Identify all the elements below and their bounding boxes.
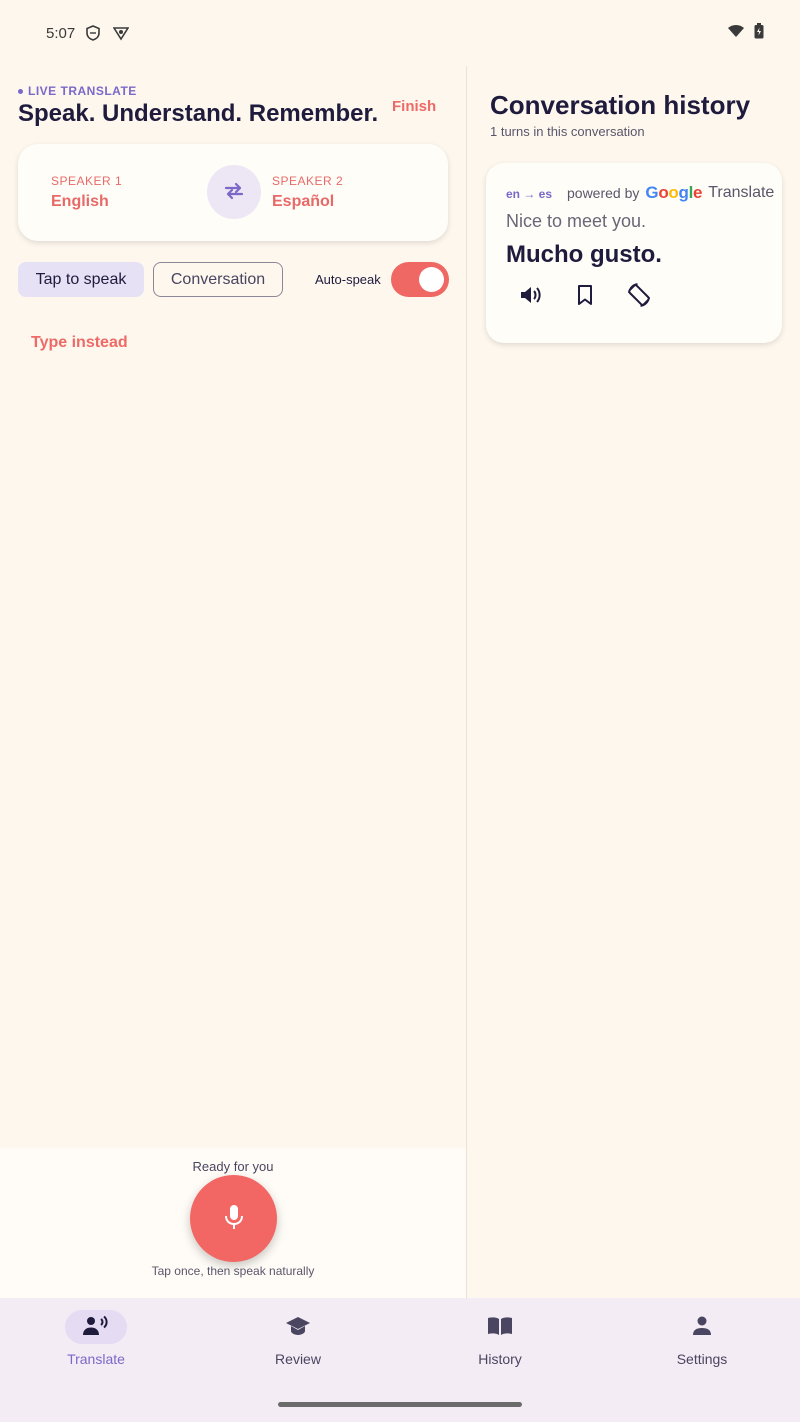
history-title: Conversation history bbox=[490, 90, 751, 120]
bookmark-icon bbox=[576, 284, 594, 309]
page-title: Speak. Understand. Remember. bbox=[18, 100, 379, 127]
type-instead-button[interactable]: Type instead bbox=[31, 334, 128, 352]
tap-to-speak-chip[interactable]: Tap to speak bbox=[18, 262, 144, 297]
nav-pill bbox=[65, 1310, 127, 1344]
bottom-navigation: Translate Review History Settings bbox=[0, 1298, 800, 1422]
person-icon bbox=[691, 1315, 713, 1340]
live-dot-icon bbox=[18, 88, 23, 94]
nav-pill bbox=[469, 1310, 531, 1344]
turn-card: en → es powered by Google Translate Nice… bbox=[486, 163, 782, 343]
eyebrow-label: LIVE TRANSLATE bbox=[28, 84, 137, 98]
ready-status: Ready for you bbox=[192, 1159, 274, 1174]
nav-review[interactable]: Review bbox=[228, 1310, 368, 1380]
translated-text: Mucho gusto. bbox=[506, 241, 662, 268]
status-time: 5:07 bbox=[46, 24, 76, 42]
book-icon bbox=[487, 1315, 513, 1340]
nav-translate-label: Translate bbox=[67, 1351, 125, 1367]
history-pane: Conversation history 1 turns in this con… bbox=[467, 66, 800, 1298]
shield-icon bbox=[85, 25, 101, 41]
home-indicator[interactable] bbox=[278, 1402, 522, 1407]
mode-row: Tap to speak Conversation Auto-speak bbox=[18, 262, 449, 298]
conversation-chip[interactable]: Conversation bbox=[153, 262, 283, 297]
google-logo: Google bbox=[645, 183, 703, 202]
toggle-knob bbox=[419, 267, 444, 292]
speaker-card: SPEAKER 1 English SPEAKER 2 Español bbox=[18, 144, 448, 241]
source-text: Nice to meet you. bbox=[506, 211, 647, 231]
live-translate-eyebrow: LIVE TRANSLATE bbox=[18, 84, 137, 98]
speaker-2[interactable]: SPEAKER 2 Español bbox=[272, 174, 343, 211]
swap-languages-button[interactable] bbox=[207, 165, 261, 219]
speaker-1-label: SPEAKER 1 bbox=[51, 174, 123, 188]
mic-button[interactable] bbox=[190, 1175, 277, 1262]
swap-arrows-icon bbox=[223, 180, 245, 205]
auto-speak-toggle[interactable] bbox=[391, 262, 449, 297]
vpn-icon bbox=[113, 25, 130, 41]
speaker-volume-icon bbox=[519, 284, 543, 309]
microphone-icon bbox=[223, 1204, 245, 1233]
nav-settings-label: Settings bbox=[676, 1351, 728, 1367]
translate-brand-label: Translate bbox=[708, 184, 775, 201]
bookmark-button[interactable] bbox=[572, 283, 598, 309]
history-subtitle: 1 turns in this conversation bbox=[490, 124, 645, 139]
mic-area: Ready for you Tap once, then speak natur… bbox=[0, 1148, 466, 1298]
wifi-icon bbox=[728, 24, 744, 43]
powered-by-label: powered by bbox=[567, 185, 640, 201]
translate-speaker-icon bbox=[83, 1315, 109, 1340]
finish-button[interactable]: Finish bbox=[380, 94, 448, 119]
nav-pill bbox=[267, 1310, 329, 1344]
nav-pill bbox=[671, 1310, 733, 1344]
auto-speak-label: Auto-speak bbox=[315, 272, 381, 287]
nav-settings[interactable]: Settings bbox=[632, 1310, 772, 1380]
speak-button[interactable] bbox=[518, 283, 544, 309]
battery-icon bbox=[754, 22, 764, 44]
nav-history-label: History bbox=[478, 1351, 522, 1367]
rotate-screen-button[interactable] bbox=[625, 281, 653, 312]
translate-pane: LIVE TRANSLATE Speak. Understand. Rememb… bbox=[0, 66, 466, 1298]
screen-rotation-icon bbox=[625, 281, 653, 312]
speaker-2-label: SPEAKER 2 bbox=[272, 174, 344, 188]
nav-history[interactable]: History bbox=[430, 1310, 570, 1380]
language-pair: en → es bbox=[506, 187, 553, 201]
nav-translate[interactable]: Translate bbox=[26, 1310, 166, 1380]
nav-review-label: Review bbox=[275, 1351, 321, 1367]
speaker-1-language: English bbox=[51, 193, 109, 210]
speaker-2-language: Español bbox=[272, 193, 335, 210]
turn-actions bbox=[518, 281, 653, 312]
mic-hint: Tap once, then speak naturally bbox=[151, 1264, 315, 1278]
speaker-1[interactable]: SPEAKER 1 English bbox=[51, 174, 122, 211]
powered-by-google-translate: powered by Google Translate bbox=[567, 183, 774, 203]
status-bar: 5:07 bbox=[0, 0, 800, 66]
graduation-cap-icon bbox=[285, 1315, 311, 1340]
